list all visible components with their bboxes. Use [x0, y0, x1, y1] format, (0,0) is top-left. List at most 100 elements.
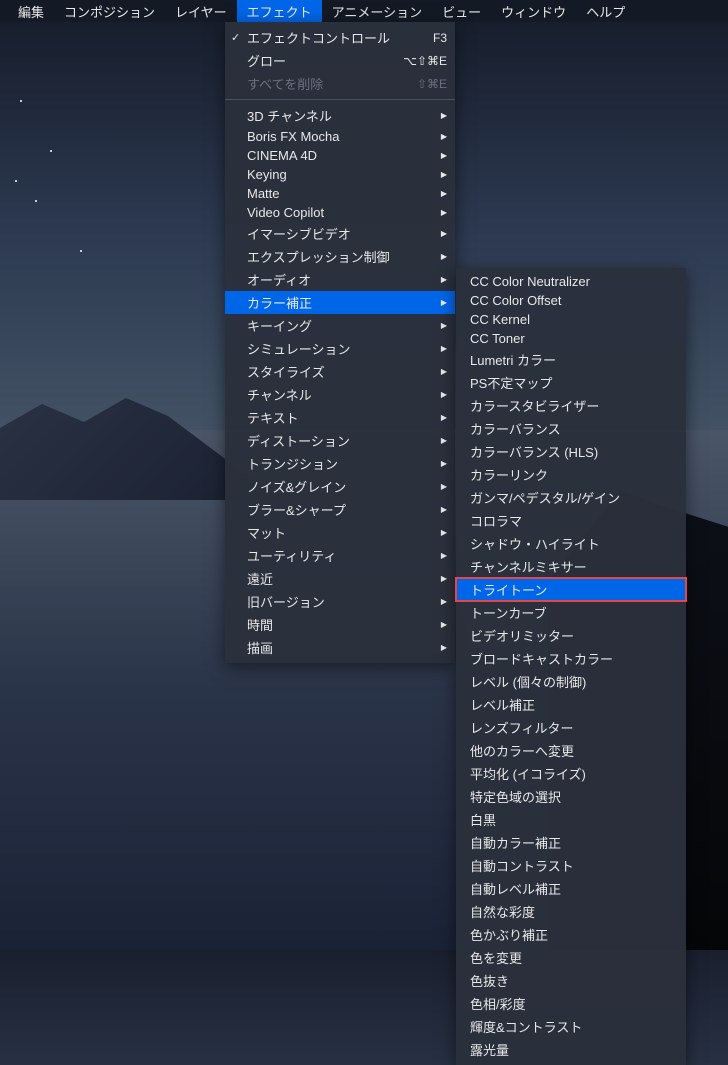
sub-item-cc-color-neutralizer[interactable]: CC Color Neutralizer — [456, 272, 686, 291]
menu-item-stylize[interactable]: スタイライズ — [225, 360, 455, 383]
effect-menu-dropdown: ✓ エフェクトコントロール F3 グロー ⌥⇧⌘E すべてを削除 ⇧⌘E 3D … — [225, 22, 455, 663]
menu-animation[interactable]: アニメーション — [322, 0, 432, 23]
sub-item-tritone[interactable]: トライトーン — [456, 578, 686, 601]
sub-item-colorama[interactable]: コロラマ — [456, 509, 686, 532]
sub-item-cc-color-offset[interactable]: CC Color Offset — [456, 291, 686, 310]
sub-item-ps-arbitrary-map[interactable]: PS不定マップ — [456, 371, 686, 394]
menubar: 編集 コンポジション レイヤー エフェクト アニメーション ビュー ウィンドウ … — [0, 0, 728, 22]
sub-item-brightness-contrast[interactable]: 輝度&コントラスト — [456, 1015, 686, 1038]
menu-item-label: キーイング — [247, 316, 312, 335]
menu-item-label: イマーシブビデオ — [247, 224, 351, 243]
sub-item-color-link[interactable]: カラーリンク — [456, 463, 686, 486]
menu-item-label: エフェクトコントロール — [247, 28, 390, 47]
sub-item-change-color[interactable]: 色を変更 — [456, 946, 686, 969]
menu-edit[interactable]: 編集 — [8, 0, 54, 23]
menu-item-noise-grain[interactable]: ノイズ&グレイン — [225, 475, 455, 498]
menu-item-label: スタイライズ — [247, 362, 325, 381]
menu-item-utility[interactable]: ユーティリティ — [225, 544, 455, 567]
sub-item-gamma-pedestal-gain[interactable]: ガンマ/ペデスタル/ゲイン — [456, 486, 686, 509]
menu-item-label: グロー — [247, 51, 286, 70]
sub-item-hue-saturation[interactable]: 色相/彩度 — [456, 992, 686, 1015]
menu-item-glow[interactable]: グロー ⌥⇧⌘E — [225, 49, 455, 72]
sub-item-video-limiter[interactable]: ビデオリミッター — [456, 624, 686, 647]
menu-item-label: 旧バージョン — [247, 592, 325, 611]
menu-item-time[interactable]: 時間 — [225, 613, 455, 636]
sub-item-cc-toner[interactable]: CC Toner — [456, 329, 686, 348]
sub-item-black-white[interactable]: 白黒 — [456, 808, 686, 831]
menu-item-obsolete[interactable]: 旧バージョン — [225, 590, 455, 613]
sub-item-change-to-color[interactable]: 他のカラーへ変更 — [456, 739, 686, 762]
sub-item-lumetri[interactable]: Lumetri カラー — [456, 348, 686, 371]
menu-item-shortcut: ⇧⌘E — [397, 77, 447, 91]
sub-item-color-stabilizer[interactable]: カラースタビライザー — [456, 394, 686, 417]
menu-item-label: 遠近 — [247, 569, 273, 588]
menu-item-label: マット — [247, 523, 286, 542]
menu-item-shortcut: ⌥⇧⌘E — [383, 54, 447, 68]
sub-item-broadcast-colors[interactable]: ブロードキャストカラー — [456, 647, 686, 670]
menu-item-label: チャンネル — [247, 385, 312, 404]
menu-item-expression-controls[interactable]: エクスプレッション制御 — [225, 245, 455, 268]
menu-item-label: 描画 — [247, 638, 273, 657]
menu-item-label: Video Copilot — [247, 205, 324, 220]
menu-item-cinema4d[interactable]: CINEMA 4D — [225, 146, 455, 165]
menu-item-simulation[interactable]: シミュレーション — [225, 337, 455, 360]
menu-item-immersive-video[interactable]: イマーシブビデオ — [225, 222, 455, 245]
menu-item-boris-fx[interactable]: Boris FX Mocha — [225, 127, 455, 146]
sub-item-auto-color[interactable]: 自動カラー補正 — [456, 831, 686, 854]
menu-item-transition[interactable]: トランジション — [225, 452, 455, 475]
sub-item-selective-color[interactable]: 特定色域の選択 — [456, 785, 686, 808]
menu-help[interactable]: ヘルプ — [576, 0, 635, 23]
sub-item-levels[interactable]: レベル補正 — [456, 693, 686, 716]
menu-item-label: シミュレーション — [247, 339, 350, 358]
menu-item-remove-all: すべてを削除 ⇧⌘E — [225, 72, 455, 95]
menu-item-audio[interactable]: オーディオ — [225, 268, 455, 291]
menu-item-channel[interactable]: チャンネル — [225, 383, 455, 406]
menu-item-effect-controls[interactable]: ✓ エフェクトコントロール F3 — [225, 26, 455, 49]
menu-item-label: ディストーション — [247, 431, 350, 450]
menu-item-color-correction[interactable]: カラー補正 — [225, 291, 455, 314]
menu-item-keying2[interactable]: キーイング — [225, 314, 455, 337]
menu-item-perspective[interactable]: 遠近 — [225, 567, 455, 590]
menu-item-label: Keying — [247, 167, 287, 182]
sub-item-color-balance[interactable]: カラーバランス — [456, 417, 686, 440]
menu-composition[interactable]: コンポジション — [54, 0, 165, 23]
sub-item-vibrance[interactable]: 自然な彩度 — [456, 900, 686, 923]
menu-item-blur-sharpen[interactable]: ブラー&シャープ — [225, 498, 455, 521]
sub-item-shadow-highlight[interactable]: シャドウ・ハイライト — [456, 532, 686, 555]
sub-item-cc-kernel[interactable]: CC Kernel — [456, 310, 686, 329]
sub-item-auto-contrast[interactable]: 自動コントラスト — [456, 854, 686, 877]
menu-item-label: すべてを削除 — [247, 74, 323, 93]
sub-item-levels-individual[interactable]: レベル (個々の制御) — [456, 670, 686, 693]
sub-item-photo-filter[interactable]: レンズフィルター — [456, 716, 686, 739]
menu-item-shortcut: F3 — [413, 31, 447, 45]
menu-item-label: トランジション — [247, 454, 338, 473]
menu-effect[interactable]: エフェクト — [237, 0, 322, 23]
menu-item-text[interactable]: テキスト — [225, 406, 455, 429]
color-correction-submenu: CC Color Neutralizer CC Color Offset CC … — [456, 268, 686, 1065]
menu-view[interactable]: ビュー — [432, 0, 491, 23]
menu-item-keying[interactable]: Keying — [225, 165, 455, 184]
menu-item-video-copilot[interactable]: Video Copilot — [225, 203, 455, 222]
menu-window[interactable]: ウィンドウ — [491, 0, 576, 23]
menu-item-label: ブラー&シャープ — [247, 500, 346, 519]
menu-item-label: Matte — [247, 186, 280, 201]
sub-item-color-balance-hls[interactable]: カラーバランス (HLS) — [456, 440, 686, 463]
sub-item-equalize[interactable]: 平均化 (イコライズ) — [456, 762, 686, 785]
menu-item-3d-channel[interactable]: 3D チャンネル — [225, 104, 455, 127]
menu-item-label: ユーティリティ — [247, 546, 336, 565]
menu-item-label: ノイズ&グレイン — [247, 477, 346, 496]
menu-item-generate[interactable]: 描画 — [225, 636, 455, 659]
menu-separator — [225, 99, 455, 100]
menu-item-label: 時間 — [247, 615, 273, 634]
menu-item-matte[interactable]: Matte — [225, 184, 455, 203]
menu-item-distort[interactable]: ディストーション — [225, 429, 455, 452]
sub-item-exposure[interactable]: 露光量 — [456, 1038, 686, 1061]
sub-item-tint[interactable]: 色かぶり補正 — [456, 923, 686, 946]
sub-item-leave-color[interactable]: 色抜き — [456, 969, 686, 992]
menu-layer[interactable]: レイヤー — [165, 0, 237, 23]
menu-item-label: 3D チャンネル — [247, 106, 332, 125]
menu-item-matte2[interactable]: マット — [225, 521, 455, 544]
sub-item-curves[interactable]: トーンカーブ — [456, 601, 686, 624]
sub-item-auto-levels[interactable]: 自動レベル補正 — [456, 877, 686, 900]
sub-item-channel-mixer[interactable]: チャンネルミキサー — [456, 555, 686, 578]
